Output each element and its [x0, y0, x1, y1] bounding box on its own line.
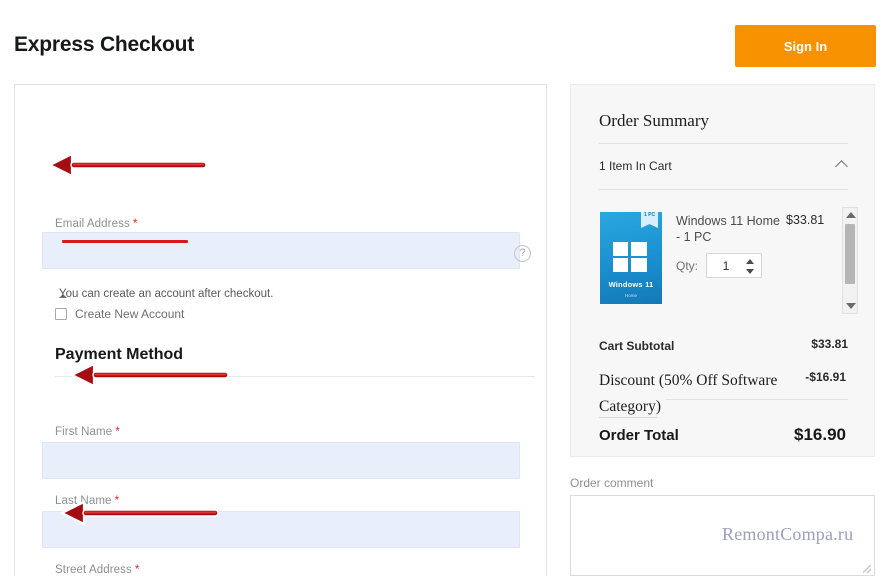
first-name-input[interactable]: [42, 442, 520, 479]
order-total-value: $16.90: [794, 425, 846, 445]
first-name-label: First Name*: [55, 424, 120, 438]
first-name-required-star: *: [115, 424, 120, 438]
order-summary-title: Order Summary: [599, 111, 709, 131]
annotation-underline-create-account: [62, 240, 188, 243]
scroll-up-arrow-icon[interactable]: [846, 212, 856, 218]
quantity-value[interactable]: 1: [707, 259, 745, 273]
annotation-arrow-first-name: [62, 360, 237, 390]
order-total-divider: [599, 417, 657, 418]
discount-divider: [666, 399, 848, 400]
scrollbar-thumb[interactable]: [845, 224, 855, 284]
email-label-text: Email Address: [55, 218, 130, 230]
summary-title-divider: [599, 143, 848, 144]
page-header: Express Checkout Sign In: [0, 0, 889, 78]
discount-label: Discount (50% Off Software Category): [599, 368, 799, 420]
create-new-account-label: Create New Account: [75, 307, 184, 321]
quantity-stepper[interactable]: 1: [706, 253, 762, 278]
windows-logo-icon: [613, 242, 628, 256]
product-thumb-subtitle: Home: [600, 293, 662, 298]
create-new-account-checkbox[interactable]: [55, 308, 67, 320]
email-label: Email Address*: [55, 216, 138, 230]
order-comment-label: Order comment: [570, 476, 653, 490]
cart-items-toggle[interactable]: 1 Item In Cart: [599, 156, 848, 184]
first-name-label-text: First Name: [55, 426, 112, 438]
scroll-down-arrow-icon[interactable]: [846, 303, 856, 309]
product-thumb-title: Windows 11: [600, 280, 662, 289]
product-price: $33.81: [786, 213, 824, 227]
cart-divider: [599, 189, 848, 190]
order-comment-textarea[interactable]: [570, 495, 875, 576]
quantity-row: Qty: 1: [676, 253, 762, 278]
chevron-up-icon[interactable]: [835, 160, 848, 173]
product-badge: 1 PC: [641, 212, 658, 228]
triangle-up-icon[interactable]: [746, 259, 754, 264]
quantity-label: Qty:: [676, 259, 698, 273]
create-new-account-row[interactable]: Create New Account: [55, 307, 184, 321]
annotation-arrow-email: [40, 150, 215, 180]
quantity-spinner[interactable]: [746, 259, 754, 274]
question-mark-circle-icon[interactable]: ?: [514, 245, 531, 262]
cart-subtotal-value: $33.81: [811, 337, 848, 351]
windows-logo-icon: [631, 258, 647, 272]
product-name: Windows 11 Home - 1 PC: [676, 213, 781, 245]
order-summary-panel: Order Summary 1 Item In Cart 1 PC Window…: [570, 84, 875, 457]
triangle-down-icon[interactable]: [746, 269, 754, 274]
discount-value: -$16.91: [805, 370, 846, 384]
page-title: Express Checkout: [14, 33, 194, 57]
product-thumbnail: 1 PC Windows 11 Home: [600, 212, 662, 304]
street-address-label: Street Address*: [55, 562, 140, 576]
email-required-star: *: [133, 216, 138, 230]
order-total-label: Order Total: [599, 427, 679, 444]
cart-subtotal-label: Cart Subtotal: [599, 339, 674, 353]
street-address-label-text: Street Address: [55, 564, 132, 576]
sign-in-button[interactable]: Sign In: [735, 25, 876, 67]
checkout-page: Express Checkout Sign In Email Address* …: [0, 0, 889, 576]
windows-logo-icon: [631, 242, 647, 256]
account-note-text: You can create an account after checkout…: [59, 288, 273, 300]
street-address-required-star: *: [135, 562, 140, 576]
windows-logo-icon: [613, 258, 628, 272]
email-input[interactable]: [42, 232, 520, 269]
cart-count-label: 1 Item In Cart: [599, 159, 672, 173]
cart-subtotal-row: Cart Subtotal $33.81: [599, 337, 848, 355]
cart-scrollbar[interactable]: [842, 207, 858, 314]
resize-handle-icon[interactable]: [863, 565, 871, 573]
annotation-arrow-street-address: [52, 498, 227, 528]
